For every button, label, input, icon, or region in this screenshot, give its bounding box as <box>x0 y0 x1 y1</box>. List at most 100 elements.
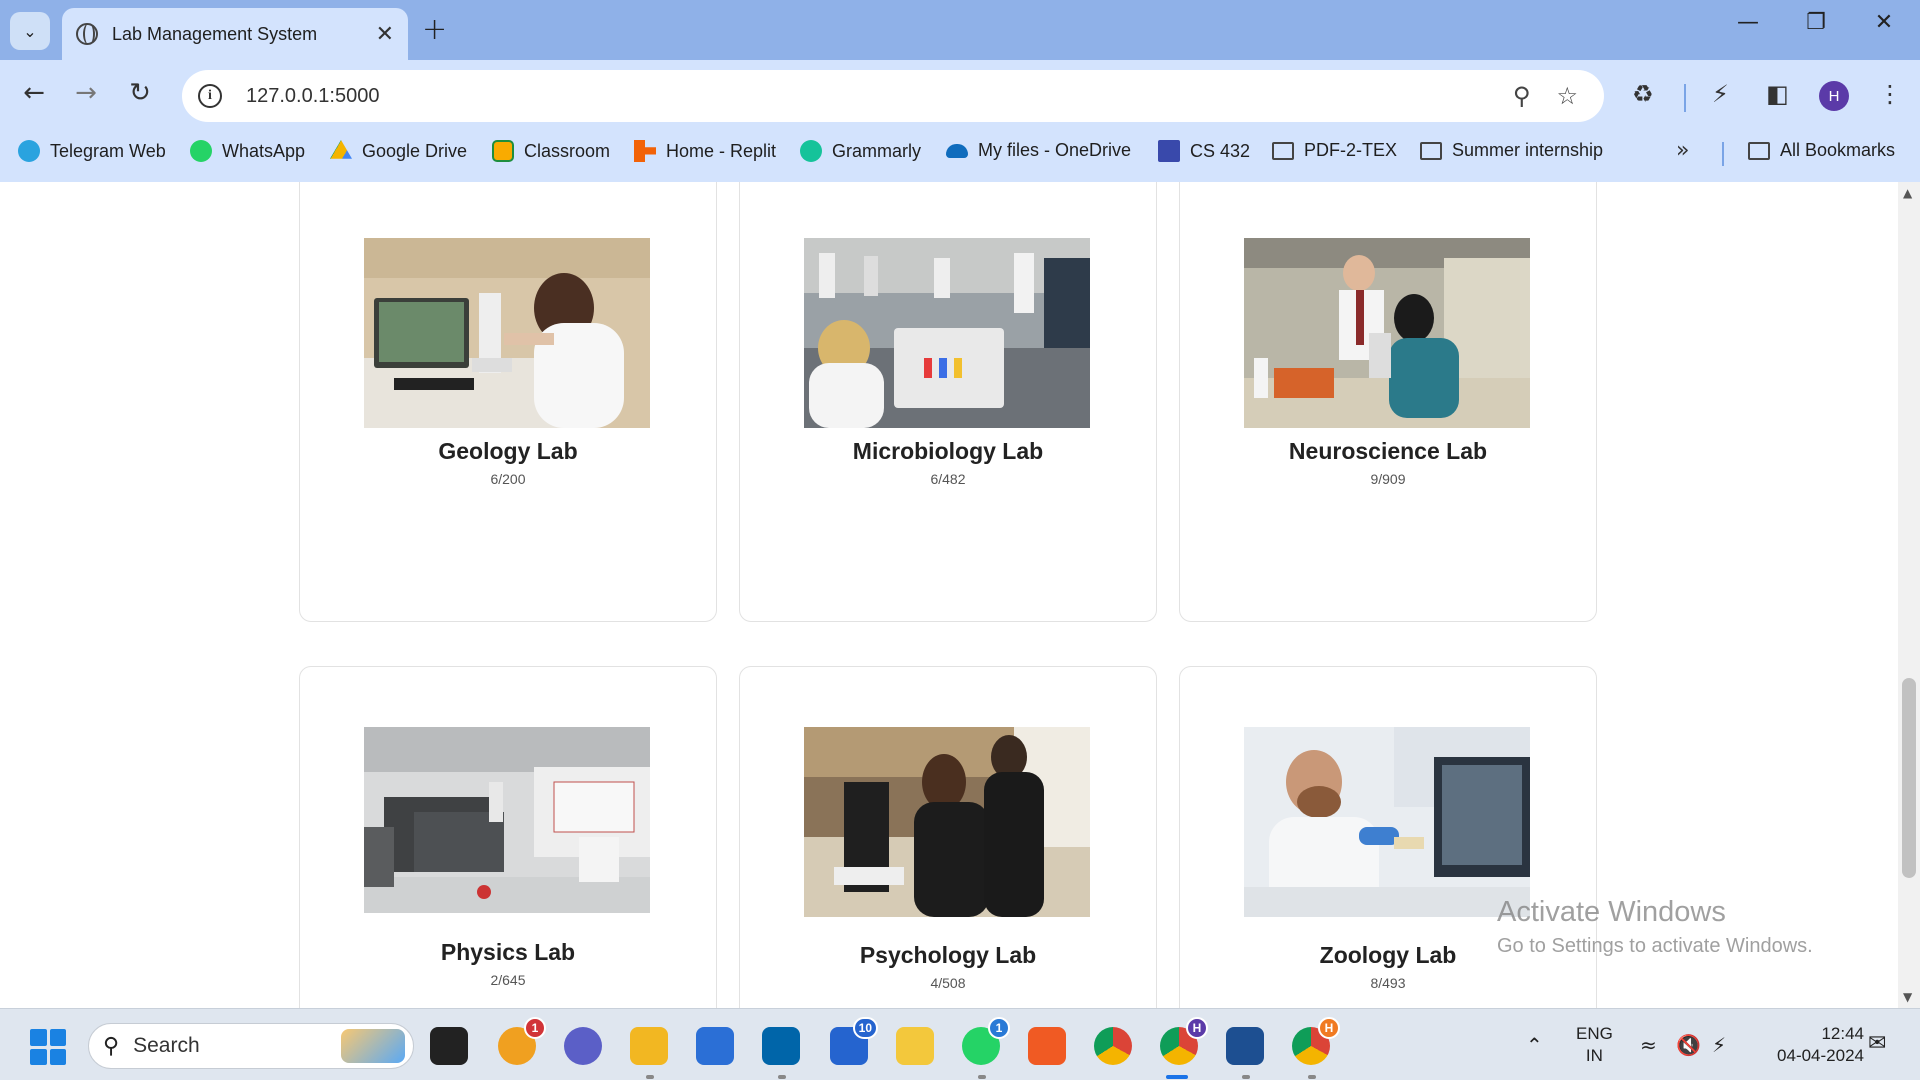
scroll-down-arrow-icon[interactable]: ▼ <box>1903 990 1912 1004</box>
bookmark-star-icon[interactable]: ☆ <box>1556 82 1578 110</box>
bookmark-label: Telegram Web <box>50 140 166 161</box>
task-view-icon[interactable] <box>430 1027 468 1065</box>
url-text[interactable]: 127.0.0.1:5000 <box>246 85 1513 108</box>
performance-icon[interactable]: ⚡ <box>1712 80 1729 108</box>
vscode-icon[interactable] <box>762 1027 800 1065</box>
lab-card-psychology[interactable]: Psychology Lab 4/508 <box>739 666 1157 1008</box>
windows-start-icon[interactable] <box>30 1029 66 1065</box>
notification-bell-icon[interactable]: ✉ <box>1868 1031 1886 1056</box>
microsoft-store-icon[interactable] <box>696 1027 734 1065</box>
close-window-button[interactable]: ✕ <box>1854 10 1914 35</box>
side-panel-icon[interactable]: ◧ <box>1766 80 1789 108</box>
lab-image-psychology <box>804 727 1090 917</box>
battery-icon[interactable]: ⚡ <box>1712 1033 1726 1057</box>
site-info-icon[interactable]: i <box>198 84 222 108</box>
profile-badge: H <box>1186 1017 1208 1039</box>
scroll-up-arrow-icon[interactable]: ▲ <box>1903 186 1912 200</box>
all-bookmarks[interactable]: All Bookmarks <box>1748 140 1895 161</box>
bookmark-home-replit[interactable]: Home - Replit <box>634 140 776 162</box>
bookmark-cs-432[interactable]: CS 432 <box>1158 140 1250 162</box>
close-tab-icon[interactable]: ✕ <box>376 22 394 47</box>
chevron-down-icon: ⌄ <box>23 21 37 41</box>
brave-icon[interactable] <box>1028 1027 1066 1065</box>
bookmark-label: Grammarly <box>832 140 921 161</box>
bookmark-label: Classroom <box>524 140 611 161</box>
clock-time: 12:44 <box>1821 1024 1864 1043</box>
chevron-double-right-icon[interactable]: » <box>1676 138 1689 163</box>
bookmark-classroom[interactable]: Classroom <box>492 140 610 162</box>
bookmark-summer-internship[interactable]: Summer internship <box>1420 140 1603 161</box>
lab-image-geology <box>364 238 650 428</box>
lab-name: Psychology Lab <box>859 942 1037 968</box>
bookmark-label: CS 432 <box>1190 140 1251 161</box>
search-icon: ⚲ <box>103 1033 120 1059</box>
outlook-icon[interactable]: 1 <box>498 1017 546 1065</box>
volume-muted-icon[interactable]: 🔇 <box>1676 1033 1701 1057</box>
lab-occupancy: 6/482 <box>930 471 966 487</box>
lab-card-neuroscience[interactable]: Neuroscience Lab 9/909 <box>1179 182 1597 622</box>
zoology-lab-photo <box>1244 727 1530 917</box>
geology-lab-photo <box>364 238 650 428</box>
toolbar-divider <box>1684 84 1686 112</box>
wifi-icon[interactable]: ≈ <box>1640 1033 1657 1057</box>
file-explorer-icon[interactable] <box>630 1027 668 1065</box>
running-indicator <box>978 1075 986 1079</box>
todo-icon[interactable]: 10 <box>830 1017 878 1065</box>
reload-button[interactable]: ↻ <box>120 78 160 108</box>
chrome-profile-icon[interactable]: H <box>1160 1017 1208 1065</box>
more-menu-icon[interactable]: ⋮ <box>1878 80 1902 108</box>
bookmark-telegram-web[interactable]: Telegram Web <box>18 140 166 162</box>
chevron-up-icon[interactable]: ⌃ <box>1526 1033 1543 1057</box>
lab-occupancy: 8/493 <box>1370 975 1406 991</box>
new-tab-button[interactable]: + <box>422 12 447 47</box>
physics-lab-photo <box>364 727 650 913</box>
minimize-button[interactable]: — <box>1718 10 1778 35</box>
lab-name: Neuroscience Lab <box>1288 438 1488 464</box>
profile-avatar[interactable]: H <box>1819 81 1849 111</box>
back-button[interactable]: ← <box>14 78 54 108</box>
forward-button[interactable]: → <box>66 78 106 108</box>
notification-badge: 1 <box>988 1017 1010 1039</box>
running-indicator <box>646 1075 654 1079</box>
bookmark-grammarly[interactable]: Grammarly <box>800 140 921 162</box>
clock-date: 04-04-2024 <box>1777 1046 1864 1065</box>
bookmark-label: Home - Replit <box>666 140 777 161</box>
onedrive-icon <box>946 143 968 158</box>
bookmark-whatsapp[interactable]: WhatsApp <box>190 140 305 162</box>
language-code: ENG <box>1576 1024 1613 1043</box>
whatsapp-taskbar-icon[interactable]: 1 <box>962 1017 1010 1065</box>
notification-badge: 1 <box>524 1017 546 1039</box>
watermark-title: Activate Windows <box>1497 896 1726 928</box>
scrollbar-thumb[interactable] <box>1902 678 1916 878</box>
lab-card-geology[interactable]: Geology Lab 6/200 <box>299 182 717 622</box>
lock-app-icon[interactable] <box>896 1027 934 1065</box>
lab-occupancy: 6/200 <box>490 471 526 487</box>
zoom-icon[interactable]: ⚲ <box>1513 82 1531 110</box>
tab-search-button[interactable]: ⌄ <box>10 12 50 50</box>
lab-card-physics[interactable]: Physics Lab 2/645 <box>299 666 717 1008</box>
bookmark-pdf-2-tex[interactable]: PDF-2-TEX <box>1272 140 1397 161</box>
lab-name: Geology Lab <box>438 438 578 464</box>
folder-icon <box>1748 141 1770 160</box>
lab-image-neuroscience <box>1244 238 1530 428</box>
classroom-icon <box>492 140 514 162</box>
remote-app-icon[interactable] <box>1226 1027 1264 1065</box>
chrome-profile-2-icon[interactable]: H <box>1292 1017 1340 1065</box>
lab-card-microbiology[interactable]: Microbiology Lab 6/482 <box>739 182 1157 622</box>
folder-icon <box>1420 141 1442 160</box>
profile-badge: H <box>1318 1017 1340 1039</box>
extensions-icon[interactable]: ♻ <box>1632 80 1654 108</box>
page-scrollbar[interactable]: ▲ ▼ <box>1898 182 1920 1008</box>
chrome-icon[interactable] <box>1094 1027 1132 1065</box>
bookmark-onedrive[interactable]: My files - OneDrive <box>946 140 1131 161</box>
grammarly-icon <box>800 140 822 162</box>
restore-button[interactable]: ❐ <box>1786 10 1846 35</box>
teams-meet-icon[interactable] <box>564 1027 602 1065</box>
active-tab[interactable]: Lab Management System ✕ <box>62 8 408 60</box>
running-indicator <box>778 1075 786 1079</box>
address-bar[interactable]: i 127.0.0.1:5000 ⚲ ☆ <box>182 70 1604 122</box>
bookmark-google-drive[interactable]: Google Drive <box>330 140 467 162</box>
system-clock[interactable]: 12:44 04-04-2024 <box>1754 1023 1864 1067</box>
language-indicator[interactable]: ENG IN <box>1576 1023 1613 1067</box>
taskbar-search[interactable]: ⚲ Search <box>88 1023 414 1069</box>
